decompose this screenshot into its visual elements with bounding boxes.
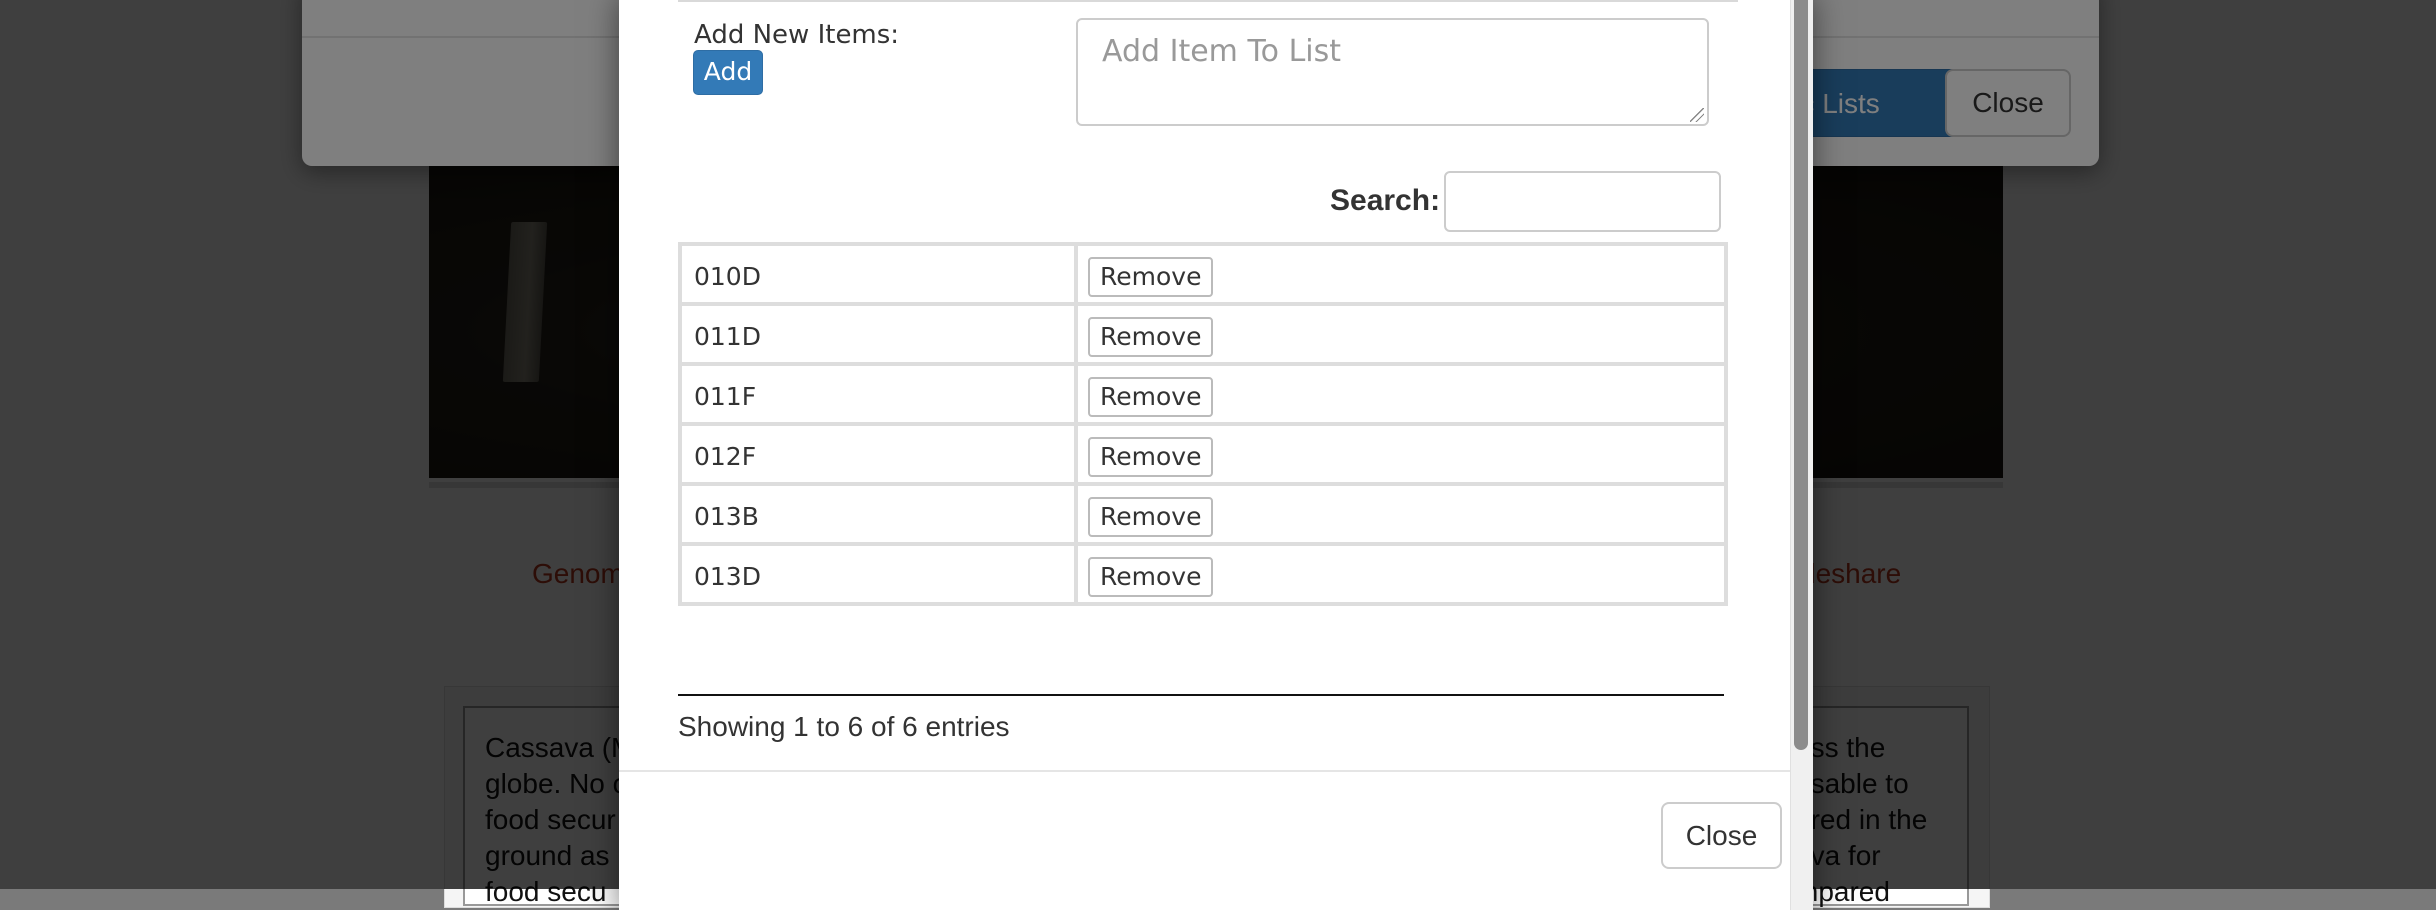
item-name-cell: 011D	[678, 302, 1078, 366]
item-action-cell: Remove	[1074, 542, 1728, 606]
remove-button[interactable]: Remove	[1088, 317, 1214, 357]
table-bottom-border	[678, 694, 1724, 696]
search-input[interactable]	[1444, 171, 1721, 232]
item-name-cell: 011F	[678, 362, 1078, 426]
remove-button[interactable]: Remove	[1088, 257, 1214, 297]
resize-handle-icon[interactable]	[1690, 108, 1704, 122]
table-info: Showing 1 to 6 of 6 entries	[678, 711, 1010, 742]
table-row: 011F Remove	[678, 362, 1728, 426]
item-name-cell: 013D	[678, 542, 1078, 606]
item-name: 013B	[694, 502, 759, 531]
section-divider	[678, 0, 1738, 2]
item-action-cell: Remove	[1074, 482, 1728, 546]
item-name: 012F	[694, 442, 757, 471]
item-name: 011D	[694, 322, 761, 351]
item-name: 010D	[694, 262, 761, 291]
item-action-cell: Remove	[1074, 422, 1728, 486]
table-row: 012F Remove	[678, 422, 1728, 486]
remove-button[interactable]: Remove	[1088, 437, 1214, 477]
item-name: 013D	[694, 562, 761, 591]
modal-scrollbar-thumb[interactable]	[1794, 0, 1808, 750]
list-items-table: 010D Remove 011D Remove 011F Remove 012F…	[678, 242, 1728, 606]
item-name-cell: 010D	[678, 242, 1078, 306]
item-name-cell: 012F	[678, 422, 1078, 486]
add-items-label: Add New Items:	[694, 20, 900, 50]
item-action-cell: Remove	[1074, 242, 1728, 306]
add-button[interactable]: Add	[693, 50, 763, 95]
remove-button[interactable]: Remove	[1088, 377, 1214, 417]
table-row: 011D Remove	[678, 302, 1728, 366]
list-items-modal: Add New Items: Add Search: 010D Remove 0…	[619, 0, 1813, 910]
search-label: Search:	[1330, 184, 1441, 217]
table-row: 013B Remove	[678, 482, 1728, 546]
remove-button[interactable]: Remove	[1088, 557, 1214, 597]
item-name-cell: 013B	[678, 482, 1078, 546]
table-row: 013D Remove	[678, 542, 1728, 606]
add-item-textarea[interactable]	[1076, 18, 1709, 126]
table-row: 010D Remove	[678, 242, 1728, 306]
item-name: 011F	[694, 382, 757, 411]
modal-footer-divider	[619, 770, 1813, 772]
remove-button[interactable]: Remove	[1088, 497, 1214, 537]
list-modal-close-button[interactable]: Close	[1661, 802, 1782, 869]
item-action-cell: Remove	[1074, 362, 1728, 426]
item-action-cell: Remove	[1074, 302, 1728, 366]
